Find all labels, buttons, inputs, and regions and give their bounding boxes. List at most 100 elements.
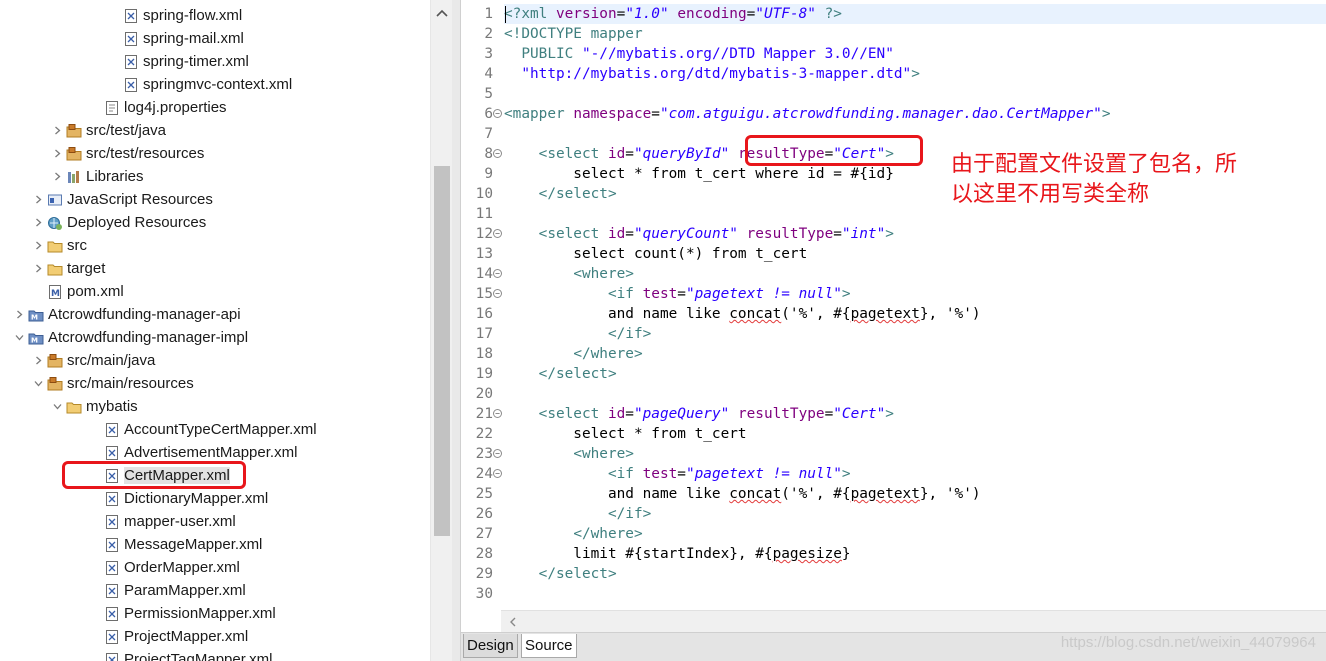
tab-source[interactable]: Source: [521, 634, 577, 658]
code-token: pagesize: [772, 546, 842, 562]
tree-item[interactable]: src: [31, 234, 87, 257]
tree-item[interactable]: spring-mail.xml: [107, 27, 244, 50]
tab-design[interactable]: Design: [463, 634, 518, 658]
pane-splitter[interactable]: [452, 0, 460, 661]
code-line[interactable]: 5: [461, 84, 1326, 104]
expand-arrow-right-icon[interactable]: [31, 262, 45, 276]
tree-item[interactable]: AccountTypeCertMapper.xml: [88, 418, 317, 441]
code-line[interactable]: 1 <?xml version="1.0" encoding="UTF-8" ?>: [461, 4, 1326, 24]
code-line[interactable]: 18 </where>: [461, 344, 1326, 364]
fold-toggle-icon[interactable]: −: [493, 109, 502, 118]
tree-item[interactable]: log4j.properties: [88, 96, 227, 119]
code-line[interactable]: 23− <where>: [461, 444, 1326, 464]
tree-item-label: AdvertisementMapper.xml: [124, 444, 298, 461]
code-line[interactable]: 27 </where>: [461, 524, 1326, 544]
tree-item[interactable]: PermissionMapper.xml: [88, 602, 276, 625]
tree-item-label: src/main/java: [67, 352, 156, 369]
line-number: 21: [475, 406, 493, 422]
code-line[interactable]: 19 </select>: [461, 364, 1326, 384]
fold-toggle-icon[interactable]: −: [493, 289, 502, 298]
code-line[interactable]: 2 <!DOCTYPE mapper: [461, 24, 1326, 44]
tree-item[interactable]: Mpom.xml: [31, 280, 124, 303]
tree-item[interactable]: mybatis: [50, 395, 138, 418]
expand-arrow-down-icon[interactable]: [50, 400, 64, 414]
tree-item[interactable]: DictionaryMapper.xml: [88, 487, 268, 510]
code-text: select * from t_cert: [504, 424, 746, 444]
expand-arrow-right-icon[interactable]: [31, 216, 45, 230]
explorer-scroll-thumb[interactable]: [434, 166, 450, 536]
fold-toggle-icon[interactable]: −: [493, 409, 502, 418]
tree-item[interactable]: src/test/java: [50, 119, 166, 142]
tree-item[interactable]: MessageMapper.xml: [88, 533, 262, 556]
code-token: "Cert": [833, 406, 886, 422]
code-line[interactable]: 25 and name like concat('%', #{pagetext}…: [461, 484, 1326, 504]
expand-arrow-down-icon[interactable]: [31, 377, 45, 391]
tree-item[interactable]: Deployed Resources: [31, 211, 206, 234]
tree-item[interactable]: springmvc-context.xml: [107, 73, 292, 96]
code-line[interactable]: 22 select * from t_cert: [461, 424, 1326, 444]
code-line[interactable]: 21− <select id="pageQuery" resultType="C…: [461, 404, 1326, 424]
tree-item[interactable]: target: [31, 257, 105, 280]
tree-item[interactable]: ProjectMapper.xml: [88, 625, 248, 648]
tree-item[interactable]: mapper-user.xml: [88, 510, 236, 533]
scroll-up-arrow-icon[interactable]: [436, 8, 448, 18]
tree-item[interactable]: spring-timer.xml: [107, 50, 249, 73]
code-line[interactable]: 24− <if test="pagetext != null">: [461, 464, 1326, 484]
expand-arrow-down-icon[interactable]: [12, 331, 26, 345]
fold-toggle-icon[interactable]: −: [493, 229, 502, 238]
fold-toggle-icon[interactable]: −: [493, 469, 502, 478]
code-line[interactable]: 3 PUBLIC "-//mybatis.org//DTD Mapper 3.0…: [461, 44, 1326, 64]
tree-item[interactable]: M Atcrowdfunding-manager-api: [12, 303, 241, 326]
expand-arrow-right-icon[interactable]: [31, 193, 45, 207]
expand-arrow-right-icon[interactable]: [50, 147, 64, 161]
xml-editor[interactable]: 1 <?xml version="1.0" encoding="UTF-8" ?>…: [460, 0, 1326, 661]
fold-toggle-icon[interactable]: −: [493, 269, 502, 278]
tree-item[interactable]: OrderMapper.xml: [88, 556, 240, 579]
code-token: =: [616, 6, 626, 22]
expand-arrow-right-icon[interactable]: [50, 170, 64, 184]
code-line[interactable]: 29 </select>: [461, 564, 1326, 584]
explorer-vertical-scrollbar[interactable]: [430, 0, 452, 661]
tree-item[interactable]: src/test/resources: [50, 142, 204, 165]
code-line[interactable]: 14− <where>: [461, 264, 1326, 284]
code-line[interactable]: 15− <if test="pagetext != null">: [461, 284, 1326, 304]
code-line[interactable]: 17 </if>: [461, 324, 1326, 344]
expand-arrow-right-icon[interactable]: [31, 239, 45, 253]
tree-item[interactable]: src/main/java: [31, 349, 155, 372]
line-number: 30: [475, 586, 493, 602]
code-line[interactable]: 4 "http://mybatis.org/dtd/mybatis-3-mapp…: [461, 64, 1326, 84]
line-number: 11: [475, 206, 493, 222]
code-line[interactable]: 13 select count(*) from t_cert: [461, 244, 1326, 264]
expand-arrow-right-icon[interactable]: [31, 354, 45, 368]
expand-arrow-right-icon[interactable]: [12, 308, 26, 322]
expand-arrow-right-icon[interactable]: [50, 124, 64, 138]
code-token: <!DOCTYPE mapper: [504, 26, 643, 42]
fold-toggle-icon[interactable]: −: [493, 449, 502, 458]
tree-item[interactable]: src/main/resources: [31, 372, 194, 395]
fold-toggle-icon[interactable]: −: [493, 149, 502, 158]
tree-item[interactable]: Libraries: [50, 165, 144, 188]
code-token: >: [841, 286, 851, 302]
code-token: =: [746, 6, 756, 22]
source-folder-icon: [66, 123, 82, 139]
line-number: 14: [475, 266, 493, 282]
tree-item[interactable]: ProjectTagMapper.xml: [88, 648, 272, 661]
editor-horizontal-scrollbar[interactable]: [501, 610, 1326, 632]
code-line[interactable]: 28 limit #{startIndex}, #{pagesize}: [461, 544, 1326, 564]
maven-project-icon: M: [28, 330, 44, 346]
code-line[interactable]: 6− <mapper namespace="com.atguigu.atcrowd…: [461, 104, 1326, 124]
tree-item-label: ProjectTagMapper.xml: [124, 651, 273, 661]
tree-item[interactable]: spring-flow.xml: [107, 4, 242, 27]
tree-item[interactable]: JavaScript Resources: [31, 188, 213, 211]
code-line[interactable]: 20: [461, 384, 1326, 404]
code-line[interactable]: 16 and name like concat('%', #{pagetext}…: [461, 304, 1326, 324]
scroll-left-arrow-icon[interactable]: [509, 617, 517, 627]
code-line[interactable]: 30: [461, 584, 1326, 604]
tree-item[interactable]: M Atcrowdfunding-manager-impl: [12, 326, 248, 349]
tree-item[interactable]: ParamMapper.xml: [88, 579, 246, 602]
code-line[interactable]: 12− <select id="queryCount" resultType="…: [461, 224, 1326, 244]
code-line[interactable]: 26 </if>: [461, 504, 1326, 524]
